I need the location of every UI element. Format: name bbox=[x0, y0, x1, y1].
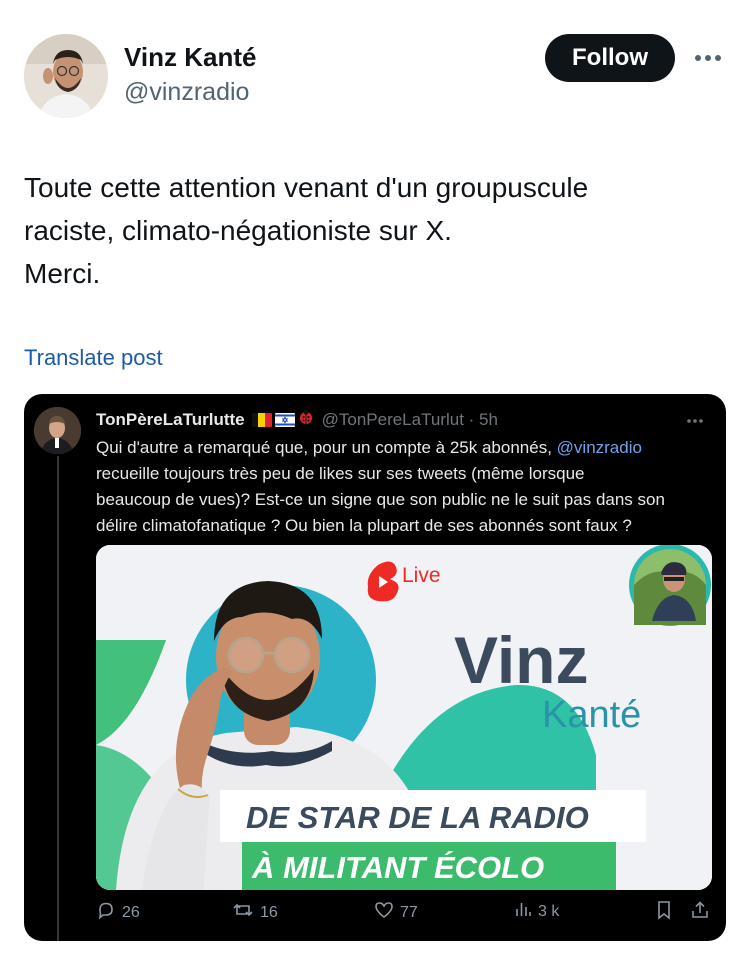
post-text: Toute cette attention venant d'un groupu… bbox=[24, 166, 724, 295]
thread-line bbox=[57, 456, 59, 941]
share-icon bbox=[690, 900, 710, 925]
share-button[interactable] bbox=[690, 900, 710, 925]
name-emojis bbox=[251, 409, 314, 430]
like-button[interactable]: 77 bbox=[374, 900, 418, 925]
live-label: Live bbox=[402, 564, 441, 587]
bookmark-icon bbox=[656, 900, 672, 925]
author-avatar[interactable] bbox=[24, 34, 108, 118]
author-name[interactable]: Vinz Kanté bbox=[124, 42, 256, 73]
israel-flag-icon bbox=[274, 412, 295, 427]
quoted-more-icon[interactable] bbox=[686, 411, 704, 429]
quoted-header: TonPèreLaTurlutte @TonPereLaTurlut · 5h bbox=[96, 409, 498, 430]
post-text-line: raciste, climato-négationiste sur X. bbox=[24, 215, 452, 246]
follow-button[interactable]: Follow bbox=[545, 34, 675, 82]
banner-line-1: DE STAR DE LA RADIO bbox=[246, 800, 589, 835]
repost-count: 16 bbox=[260, 903, 278, 921]
views-button[interactable]: 3 k bbox=[514, 900, 559, 923]
reply-button[interactable]: 26 bbox=[96, 900, 140, 925]
author-handle[interactable]: @vinzradio bbox=[124, 78, 249, 107]
reply-count: 26 bbox=[122, 903, 140, 921]
views-count: 3 k bbox=[538, 902, 560, 920]
quoted-author-avatar[interactable] bbox=[34, 407, 81, 454]
quoted-author-name[interactable]: TonPèreLaTurlutte bbox=[96, 410, 245, 430]
belgium-flag-icon bbox=[251, 412, 272, 427]
repost-icon bbox=[232, 900, 254, 925]
ladybug-icon bbox=[298, 409, 314, 430]
reply-icon bbox=[96, 900, 116, 925]
host-avatar-circle bbox=[629, 545, 711, 626]
quoted-handle-time[interactable]: @TonPereLaTurlut · 5h bbox=[322, 410, 498, 430]
kante-title: Kanté bbox=[542, 694, 641, 736]
quoted-text-line: délire climatofanatique ? Ou bien la plu… bbox=[96, 516, 632, 535]
more-options-icon[interactable] bbox=[690, 46, 726, 70]
quoted-text-line: beaucoup de vues)? Est-ce un signe que s… bbox=[96, 490, 665, 509]
quoted-text-line: Qui d'autre a remarqué que, pour un comp… bbox=[96, 438, 642, 457]
post-text-line: Merci. bbox=[24, 258, 101, 289]
quoted-text-line: recueille toujours très peu de likes sur… bbox=[96, 464, 585, 483]
quoted-text: Qui d'autre a remarqué que, pour un comp… bbox=[96, 435, 716, 539]
heart-icon bbox=[374, 900, 394, 925]
bookmark-button[interactable] bbox=[656, 900, 672, 925]
views-chart-icon bbox=[514, 900, 532, 923]
post-text-line: Toute cette attention venant d'un groupu… bbox=[24, 172, 589, 203]
action-bar: 26 16 77 3 k bbox=[96, 900, 716, 936]
translate-post-link[interactable]: Translate post bbox=[24, 345, 163, 371]
banner-line-2: À MILITANT ÉCOLO bbox=[251, 850, 544, 885]
like-count: 77 bbox=[400, 903, 418, 921]
vinz-title: Vinz bbox=[454, 623, 588, 697]
quoted-post-card[interactable]: TonPèreLaTurlutte @TonPereLaTurlut · 5h … bbox=[24, 394, 726, 941]
video-thumbnail[interactable]: Live Vinz Kanté DE STAR DE LA RADIO À MI… bbox=[96, 545, 712, 890]
repost-button[interactable]: 16 bbox=[232, 900, 278, 925]
mention-link[interactable]: @vinzradio bbox=[557, 438, 642, 457]
